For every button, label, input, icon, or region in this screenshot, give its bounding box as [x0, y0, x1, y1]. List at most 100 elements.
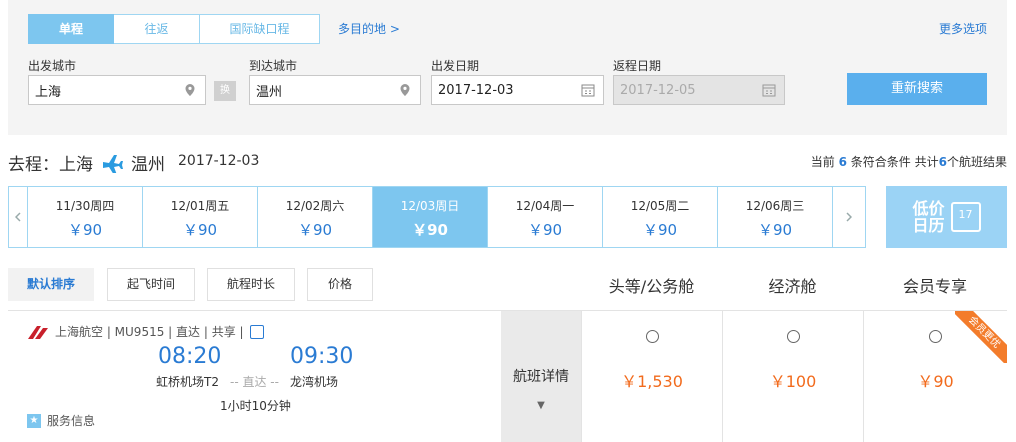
to-city-value: 温州 — [256, 84, 283, 100]
departure-airport: 虹桥机场T2 — [156, 375, 219, 389]
date-cell[interactable]: 12/04周一 ￥90 — [487, 187, 602, 247]
date-strip: 11/30周四 ￥90 12/01周五 ￥90 12/02周六 ￥90 12/03周日… — [8, 186, 866, 248]
depart-date-input[interactable]: 2017-12-03 — [431, 75, 604, 105]
low-price-calendar-label: 低价日历 — [912, 199, 945, 235]
prev-dates-button[interactable] — [9, 187, 27, 247]
location-pin-icon — [185, 84, 195, 96]
date-cell-price: ￥90 — [757, 221, 793, 239]
count-prefix: 当前 — [810, 155, 835, 169]
low-price-calendar-button[interactable]: 低价日历 17 — [886, 186, 1007, 248]
more-options-link[interactable]: 更多选项 — [939, 20, 987, 37]
route-to: 温州 — [131, 155, 165, 175]
date-cell[interactable]: 12/05周二 ￥90 — [602, 187, 717, 247]
date-cell[interactable]: 12/02周六 ￥90 — [257, 187, 372, 247]
stop-info: -- 直达 -- — [230, 375, 279, 389]
matching-count: 6 — [838, 155, 847, 169]
member-ribbon: 会员更优 — [955, 311, 1007, 363]
member-ribbon-text: 会员更优 — [955, 311, 1007, 363]
date-cell-price: ￥90 — [297, 221, 333, 239]
to-city-input[interactable]: 温州 — [249, 75, 421, 105]
return-label: 返程日期 — [613, 59, 662, 73]
sort-departure-time[interactable]: 起飞时间 — [107, 268, 195, 301]
flight-duration: 1小时10分钟 — [220, 399, 291, 413]
trip-type-tabs: 单程 往返 国际缺口程 — [28, 14, 320, 44]
calendar-icon — [581, 84, 595, 97]
tab-one-way[interactable]: 单程 — [28, 14, 114, 44]
star-icon: ★ — [27, 413, 41, 428]
re-search-button[interactable]: 重新搜索 — [847, 73, 987, 105]
date-cell-price: ￥90 — [67, 221, 103, 239]
caret-down-icon: ▼ — [537, 400, 545, 411]
date-cell-date: 12/03周日 — [400, 199, 460, 213]
date-cell-price: ￥90 — [182, 221, 218, 239]
date-cell-date: 12/05周二 — [630, 199, 690, 213]
count-middle: 条符合条件 共计 — [850, 155, 939, 169]
tab-round-trip[interactable]: 往返 — [114, 14, 200, 44]
chevron-left-icon — [15, 212, 21, 222]
arrival-airport: 龙湾机场 — [290, 375, 339, 389]
price-member[interactable]: ￥90 会员更优 — [863, 311, 1007, 442]
flight-info-text: 上海航空 | MU9515 | 直达 | 共享 | — [55, 325, 244, 339]
date-cell[interactable]: 12/01周五 ￥90 — [142, 187, 257, 247]
date-cell[interactable]: 12/06周三 ￥90 — [717, 187, 832, 247]
fare-radio[interactable] — [786, 330, 800, 343]
date-cell-date: 12/01周五 — [170, 199, 230, 213]
fare-radio[interactable] — [645, 330, 659, 343]
fare-radio[interactable] — [929, 330, 942, 343]
route-title: 去程： 上海 温州 — [8, 150, 165, 175]
total-count: 6 — [938, 155, 947, 169]
to-label: 到达城市 — [249, 59, 298, 73]
search-panel: 单程 往返 国际缺口程 多目的地 > 更多选项 出发城市 上海 换 到达城市 温… — [8, 0, 1007, 135]
date-cell-price: ￥90 — [642, 221, 678, 239]
arrival-time: 09:30 — [290, 344, 354, 369]
cabin-first-business: 头等/公务舱 — [608, 277, 695, 296]
date-cell-price: ￥90 — [527, 221, 563, 239]
return-date-input[interactable]: 2017-12-05 — [613, 75, 785, 105]
fare-price: ￥90 — [917, 372, 954, 391]
route-date: 2017-12-03 — [178, 153, 260, 169]
booklet-icon[interactable] — [249, 324, 264, 339]
date-cell-price: ￥90 — [412, 221, 448, 239]
next-dates-button[interactable] — [832, 187, 865, 247]
from-city-input[interactable]: 上海 — [28, 75, 206, 105]
location-pin-icon — [400, 84, 410, 96]
multi-destination-link[interactable]: 多目的地 > — [338, 20, 400, 37]
route-from: 上海 — [59, 155, 93, 175]
flight-details-label: 航班详情 — [513, 369, 569, 385]
date-cell-date: 12/06周三 — [745, 199, 805, 213]
service-info-link[interactable]: ★ 服务信息 — [27, 412, 95, 429]
flight-row: 上海航空 | MU9515 | 直达 | 共享 | 08:20 09:30 虹桥… — [8, 310, 1007, 442]
fare-price: ￥1,530 — [621, 372, 683, 391]
route-summary: 去程： 上海 温州 2017-12-03 当前 6 条符合条件 共计6个航班结果 — [8, 150, 1007, 175]
date-cell-date: 12/04周一 — [515, 199, 575, 213]
price-first-business[interactable]: ￥1,530 — [581, 311, 722, 442]
flight-details-button[interactable]: 航班详情 ▼ — [501, 311, 581, 442]
service-info-label: 服务信息 — [47, 414, 96, 428]
calendar-icon: 17 — [950, 202, 981, 232]
departure-time: 08:20 — [158, 344, 222, 369]
date-cell[interactable]: 11/30周四 ￥90 — [27, 187, 142, 247]
route-prefix: 去程： — [8, 155, 59, 175]
count-suffix: 个航班结果 — [946, 155, 1007, 169]
chevron-right-icon — [846, 212, 852, 222]
from-city-value: 上海 — [35, 84, 62, 100]
sort-duration[interactable]: 航程时长 — [207, 268, 295, 301]
cabin-member: 会员专享 — [902, 277, 967, 296]
date-cell-date: 12/02周六 — [285, 199, 345, 213]
sort-default[interactable]: 默认排序 — [8, 268, 94, 301]
calendar-icon — [762, 84, 776, 97]
sort-price[interactable]: 价格 — [307, 268, 373, 301]
depart-label: 出发日期 — [431, 59, 480, 73]
airline-logo-icon — [28, 325, 48, 339]
airplane-icon — [103, 154, 123, 173]
return-date-value: 2017-12-05 — [620, 82, 696, 98]
date-cell-selected[interactable]: 12/03周日 ￥90 — [372, 187, 487, 247]
swap-cities-button[interactable]: 换 — [214, 81, 236, 101]
from-label: 出发城市 — [28, 59, 77, 73]
price-economy[interactable]: ￥100 — [722, 311, 863, 442]
airline-info: 上海航空 | MU9515 | 直达 | 共享 | — [27, 323, 264, 340]
cabin-economy: 经济舱 — [768, 277, 817, 296]
depart-date-value: 2017-12-03 — [438, 82, 514, 98]
tab-open-jaw[interactable]: 国际缺口程 — [200, 14, 320, 44]
calendar-day: 17 — [958, 208, 973, 221]
